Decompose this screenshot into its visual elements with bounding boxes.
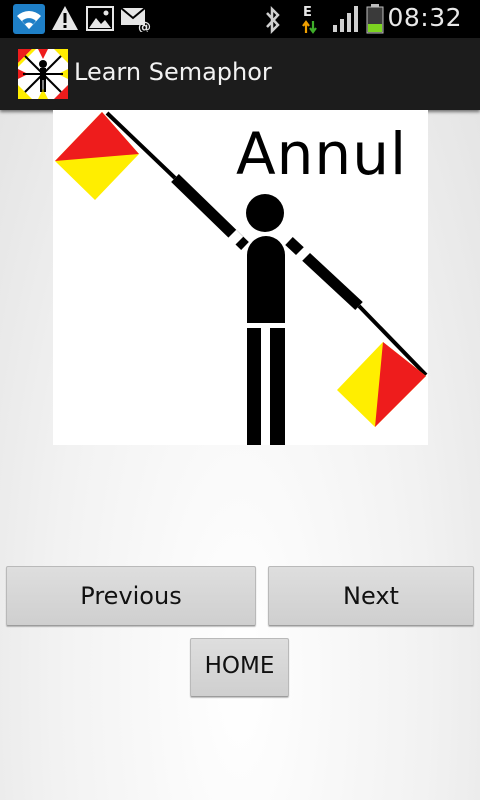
svg-text:@: @	[138, 20, 151, 32]
svg-text:E: E	[303, 5, 312, 20]
figure-head	[246, 194, 284, 232]
status-clock: 08:32	[387, 3, 462, 32]
signal-icon	[333, 6, 358, 32]
home-button[interactable]: HOME	[190, 638, 289, 697]
semaphore-sign-image: Annul	[53, 110, 428, 445]
battery-icon	[366, 4, 384, 34]
status-bar: @ E 08:32	[0, 0, 480, 38]
previous-button[interactable]: Previous	[6, 566, 256, 626]
app-title: Learn Semaphor	[74, 58, 272, 86]
wifi-icon	[13, 4, 45, 34]
right-flag	[337, 342, 426, 427]
left-flag	[55, 112, 139, 200]
warning-icon	[52, 6, 78, 30]
email-icon: @	[120, 7, 151, 32]
image-icon	[86, 6, 114, 31]
semaphore-word: Annul	[236, 120, 408, 188]
action-bar: Learn Semaphor	[0, 38, 480, 110]
data-e-icon: E	[302, 5, 317, 34]
bluetooth-icon	[266, 6, 280, 34]
semaphore-app-icon[interactable]	[18, 49, 68, 99]
next-button[interactable]: Next	[268, 566, 474, 626]
